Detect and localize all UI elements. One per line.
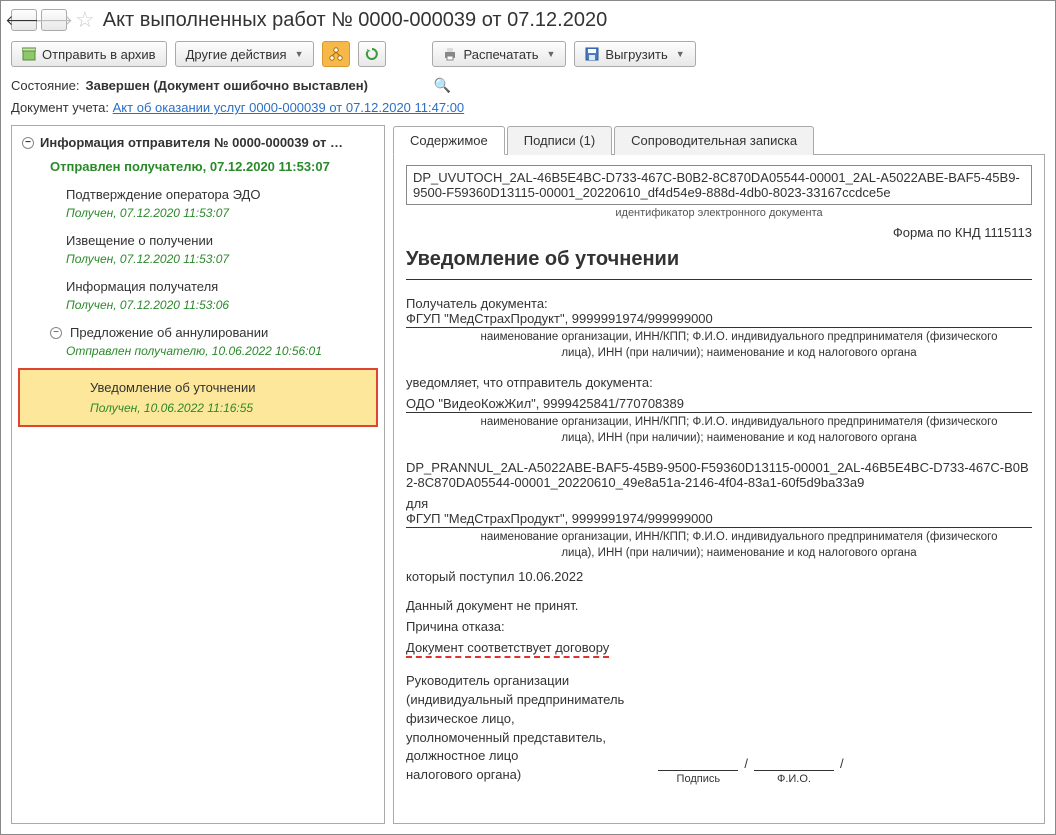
tree-annul[interactable]: − Предложение об аннулировании [12, 320, 384, 342]
hierarchy-icon [329, 47, 343, 61]
form-code: Форма по КНД 1115113 [406, 225, 1032, 240]
collapse-icon[interactable]: − [22, 137, 34, 149]
tree-item[interactable]: Подтверждение оператора ЭДО [12, 182, 384, 204]
export-label: Выгрузить [605, 47, 667, 62]
org-caption: наименование организации, ИНН/КПП; Ф.И.О… [406, 413, 1032, 454]
forward-button[interactable]: 🡒 [41, 9, 67, 31]
for-value: ФГУП "МедСтрахПродукт", 9999991974/99999… [406, 511, 1032, 528]
recipient-value: ФГУП "МедСтрахПродукт", 9999991974/99999… [406, 311, 1032, 328]
archive-button[interactable]: Отправить в архив [11, 41, 167, 67]
file-id-caption: идентификатор электронного документа [406, 207, 1032, 219]
caret-icon: ▼ [676, 49, 685, 59]
tree-panel: − Информация отправителя № 0000-000039 о… [11, 125, 385, 824]
doc-ref-link[interactable]: Акт об оказании услуг 0000-000039 от 07.… [113, 100, 465, 115]
other-actions-label: Другие действия [186, 47, 287, 62]
tree-annul-title: Предложение об аннулировании [70, 325, 268, 340]
document-content: DP_UVUTOCH_2AL-46B5E4BC-D733-467C-B0B2-8… [393, 155, 1045, 824]
caret-icon: ▼ [547, 49, 556, 59]
signature-line [658, 757, 738, 771]
tree-highlight[interactable]: Уведомление об уточнении Получен, 10.06.… [18, 368, 378, 427]
status-value: Завершен (Документ ошибочно выставлен) [85, 78, 367, 93]
signer-role: Руководитель организации(индивидуальный … [406, 672, 624, 785]
prannul-id: DP_PRANNUL_2AL-A5022ABE-BAF5-45B9-9500-F… [406, 460, 1032, 490]
doc-ref-label: Документ учета: [11, 100, 109, 115]
sender-value: ОДО "ВидеоКожЖил", 9999425841/770708389 [406, 396, 1032, 413]
caret-icon: ▼ [295, 49, 304, 59]
collapse-icon[interactable]: − [50, 327, 62, 339]
archive-label: Отправить в архив [42, 47, 156, 62]
tab-content[interactable]: Содержимое [393, 126, 505, 155]
print-icon [443, 47, 457, 61]
doc-heading: Уведомление об уточнении [406, 248, 1032, 280]
save-icon [585, 47, 599, 61]
tree-item-status: Получен, 07.12.2020 11:53:07 [12, 250, 384, 274]
file-id: DP_UVUTOCH_2AL-46B5E4BC-D733-467C-B0B2-8… [406, 165, 1032, 205]
fio-caption: Ф.И.О. [777, 773, 811, 785]
tree-item[interactable]: Извещение о получении [12, 228, 384, 250]
sig-caption: Подпись [677, 773, 721, 785]
tree-item[interactable]: Информация получателя [12, 274, 384, 296]
export-button[interactable]: Выгрузить ▼ [574, 41, 695, 67]
refresh-icon [365, 47, 379, 61]
received-on: который поступил 10.06.2022 [406, 569, 1032, 584]
tree-root-title: Информация отправителя № 0000-000039 от … [40, 135, 343, 150]
tree-item-status: Получен, 07.12.2020 11:53:06 [12, 296, 384, 320]
not-accepted: Данный документ не принят. [406, 598, 1032, 613]
archive-icon [22, 47, 36, 61]
sender-intro: уведомляет, что отправитель документа: [406, 375, 1032, 390]
for-label: для [406, 496, 1032, 511]
magnifier-icon[interactable]: 🔍 [434, 77, 451, 94]
recipient-label: Получатель документа: [406, 296, 1032, 311]
org-caption: наименование организации, ИНН/КПП; Ф.И.О… [406, 528, 1032, 569]
tab-note[interactable]: Сопроводительная записка [614, 126, 814, 155]
tree-highlight-title: Уведомление об уточнении [90, 380, 370, 395]
print-label: Распечатать [463, 47, 538, 62]
tree-annul-status: Отправлен получателю, 10.06.2022 10:56:0… [12, 342, 384, 366]
tree-highlight-status: Получен, 10.06.2022 11:16:55 [90, 401, 370, 415]
other-actions-button[interactable]: Другие действия ▼ [175, 41, 315, 67]
tree-item-status: Получен, 07.12.2020 11:53:07 [12, 204, 384, 228]
tabs: Содержимое Подписи (1) Сопроводительная … [393, 125, 1045, 155]
fio-line [754, 757, 834, 771]
status-label: Состояние: [11, 78, 79, 93]
hierarchy-button[interactable] [322, 41, 350, 67]
tree-root-status: Отправлен получателю, 07.12.2020 11:53:0… [12, 155, 384, 182]
back-button[interactable]: 🡐 [11, 9, 37, 31]
reason-value: Документ соответствует договору [406, 640, 609, 658]
tree-root[interactable]: − Информация отправителя № 0000-000039 о… [12, 130, 384, 155]
favorite-icon[interactable]: ☆ [75, 7, 95, 33]
org-caption: наименование организации, ИНН/КПП; Ф.И.О… [406, 328, 1032, 369]
reason-label: Причина отказа: [406, 619, 1032, 634]
refresh-button[interactable] [358, 41, 386, 67]
page-title: Акт выполненных работ № 0000-000039 от 0… [103, 9, 607, 32]
tab-signatures[interactable]: Подписи (1) [507, 126, 612, 155]
print-button[interactable]: Распечатать ▼ [432, 41, 566, 67]
